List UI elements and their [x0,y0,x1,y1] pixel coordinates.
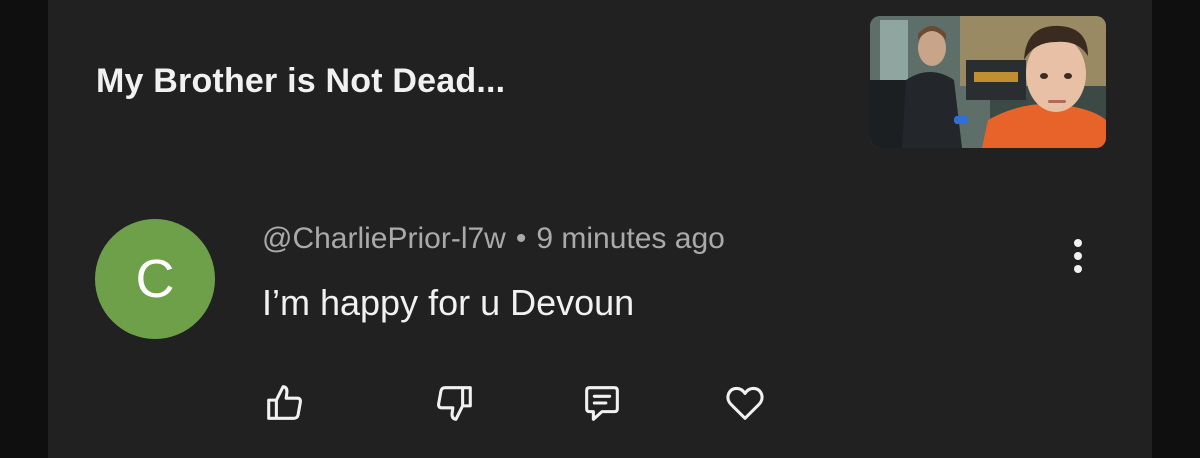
comment-author[interactable]: @CharliePrior-l7w [262,222,506,255]
like-button[interactable] [262,380,308,426]
more-options-icon [1074,239,1082,247]
dislike-button[interactable] [431,380,477,426]
comment-text: I’m happy for u Devoun [262,282,635,323]
avatar[interactable]: C [95,219,215,339]
more-options-dot [1074,252,1082,260]
thumbs-up-icon [267,385,302,420]
video-thumbnail[interactable] [870,16,1106,148]
heart-icon [726,386,764,420]
comment-time[interactable]: 9 minutes ago [536,222,724,255]
reply-button[interactable] [579,380,625,426]
comment-meta: @CharliePrior-l7w • 9 minutes ago [262,222,725,256]
thumbs-down-icon [437,386,472,421]
reply-comment-icon [585,386,619,421]
heart-button[interactable] [722,380,768,426]
video-title[interactable]: My Brother is Not Dead... [96,62,505,101]
more-options-dot [1074,265,1082,273]
avatar-letter: C [135,249,175,309]
more-options-button[interactable] [1058,232,1098,280]
video-thumbnail-image [870,16,1106,148]
comment-card: My Brother is Not Dead... C @CharliePrio… [48,0,1152,458]
meta-separator: • [515,222,527,255]
